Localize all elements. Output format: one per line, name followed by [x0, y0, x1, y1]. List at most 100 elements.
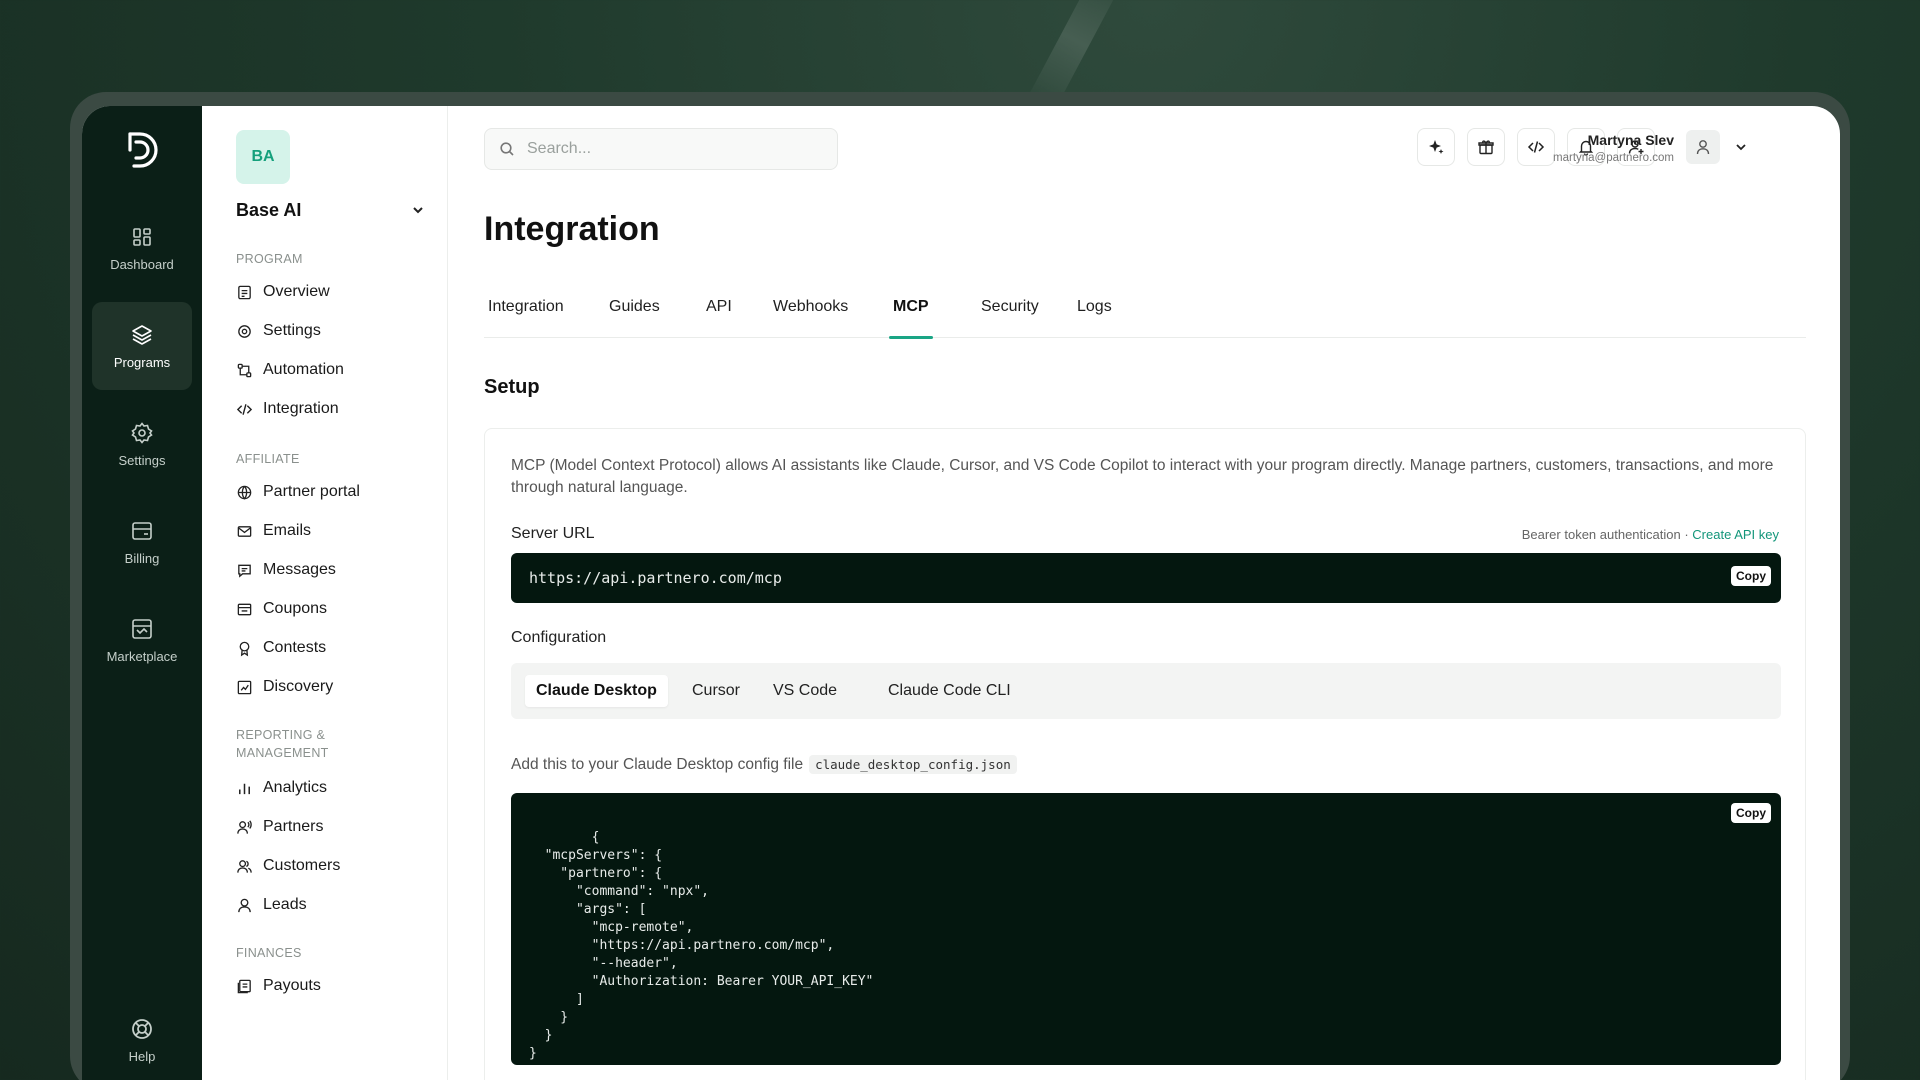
chevron-down-icon[interactable] [1734, 140, 1748, 154]
automation-icon [237, 363, 252, 377]
server-url-field[interactable]: https://api.partnero.com/mcp Copy [511, 553, 1781, 603]
sparkle-icon [1429, 140, 1444, 154]
mcp-description: MCP (Model Context Protocol) allows AI a… [511, 457, 1774, 496]
page-title: Integration [484, 210, 660, 248]
code-icon [236, 403, 253, 415]
user-email: martyna@partnero.com [1553, 152, 1674, 164]
section-label-affiliate: AFFILIATE [236, 452, 300, 466]
bar-chart-icon [239, 783, 250, 794]
sidebar-item-label: Partners [263, 818, 324, 835]
sidebar-item-label: Analytics [263, 779, 328, 796]
tab-logs[interactable]: Logs [1077, 292, 1112, 338]
customers-icon [237, 859, 252, 873]
section-title: Setup [484, 376, 540, 398]
server-url-value: https://api.partnero.com/mcp [529, 569, 782, 587]
rail-item-settings[interactable]: Settings [92, 400, 192, 488]
rail-label: Marketplace [106, 648, 178, 664]
rail-item-dashboard[interactable]: Dashboard [92, 204, 192, 292]
config-tab-claude-code-cli[interactable]: Claude Code CLI [877, 675, 1022, 707]
user-icon [1696, 140, 1710, 155]
sidebar-item-label: Settings [263, 322, 321, 339]
tab-api[interactable]: API [706, 292, 732, 338]
sidebar-item-payouts[interactable]: Payouts [236, 974, 321, 998]
auth-note-text: Bearer token authentication · [1521, 527, 1693, 542]
sidebar-item-partners[interactable]: Partners [236, 815, 323, 839]
sidebar-item-analytics[interactable]: Analytics [236, 776, 327, 800]
tab-webhooks[interactable]: Webhooks [773, 292, 848, 338]
configuration-tabs: Claude Desktop Cursor VS Code Claude Cod… [511, 663, 1781, 719]
sidebar-item-automation[interactable]: Automation [236, 358, 344, 382]
globe-icon [237, 485, 252, 500]
sidebar-item-label: Emails [263, 522, 312, 539]
config-code-block[interactable]: { "mcpServers": { "partnero": { "command… [511, 793, 1781, 1065]
search-icon [500, 142, 514, 156]
icon-rail: Dashboard Programs Settings Billing Mark… [82, 106, 202, 1080]
sidebar-item-settings[interactable]: Settings [236, 319, 321, 343]
gift-button[interactable] [1467, 128, 1505, 166]
sidebar-item-label: Payouts [263, 977, 321, 994]
grid-icon [133, 227, 151, 246]
sidebar-item-messages[interactable]: Messages [236, 558, 336, 582]
user-name: Martyna Slev [1587, 132, 1674, 148]
tab-mcp[interactable]: MCP [889, 292, 933, 339]
sidebar-item-label: Messages [263, 561, 336, 578]
integration-tabs: Integration Guides API Webhooks MCP Secu… [484, 292, 1806, 339]
sidebar-item-coupons[interactable]: Coupons [236, 597, 327, 621]
config-tab-claude-desktop[interactable]: Claude Desktop [525, 675, 668, 707]
rail-item-marketplace[interactable]: Marketplace [92, 596, 192, 684]
sidebar-item-label: Automation [263, 361, 344, 378]
config-tab-cursor[interactable]: Cursor [681, 675, 751, 707]
sidebar-item-label: Integration [263, 400, 339, 417]
setup-card: MCP (Model Context Protocol) allows AI a… [484, 428, 1806, 1080]
rail-label: Settings [118, 452, 166, 468]
main-content: Martyna Slev martyna@partnero.com Integr… [448, 106, 1840, 1080]
org-switcher[interactable]: Base AI [236, 200, 301, 221]
award-icon [239, 641, 250, 656]
copy-server-url-button[interactable]: Copy [1731, 566, 1771, 586]
user-icon [238, 898, 251, 912]
sidebar-item-label: Contests [263, 639, 327, 656]
rail-label: Programs [113, 354, 171, 370]
sidebar-item-overview[interactable]: Overview [236, 280, 330, 304]
tab-integration[interactable]: Integration [488, 292, 564, 338]
sidebar-item-integration[interactable]: Integration [236, 397, 339, 421]
section-label-reporting: REPORTING & MANAGEMENT [236, 728, 329, 760]
config-hint-text: Add this to your Claude Desktop config f… [511, 755, 804, 773]
search-bar[interactable] [484, 128, 838, 170]
sidebar-item-customers[interactable]: Customers [236, 854, 340, 878]
message-icon [238, 564, 251, 578]
tab-security[interactable]: Security [981, 292, 1039, 338]
sidebar-item-partner-portal[interactable]: Partner portal [236, 480, 360, 504]
server-url-label: Server URL [511, 525, 595, 542]
rail-label: Billing [124, 550, 160, 566]
sidebar-item-emails[interactable]: Emails [236, 519, 311, 543]
partnero-logo-icon[interactable] [122, 128, 162, 172]
gear-icon [131, 421, 153, 444]
section-label-finances: FINANCES [236, 946, 302, 960]
section-label-program: PROGRAM [236, 252, 303, 266]
search-input[interactable] [527, 140, 807, 158]
config-tab-vs-code[interactable]: VS Code [762, 675, 848, 707]
copy-config-button[interactable]: Copy [1731, 803, 1771, 823]
rail-item-programs[interactable]: Programs [92, 302, 192, 390]
config-hint: Add this to your Claude Desktop config f… [511, 755, 1017, 774]
sidebar-item-contests[interactable]: Contests [236, 636, 326, 660]
rail-item-help[interactable]: Help [92, 996, 192, 1080]
chevron-down-icon[interactable] [410, 202, 426, 218]
avatar[interactable] [1686, 130, 1720, 164]
rail-item-billing[interactable]: Billing [92, 498, 192, 586]
create-api-key-link[interactable]: Create API key [1692, 527, 1779, 542]
payouts-icon [237, 979, 251, 993]
ai-sparkle-button[interactable] [1417, 128, 1455, 166]
sidebar-item-leads[interactable]: Leads [236, 893, 307, 917]
config-file-name: claude_desktop_config.json [809, 755, 1017, 774]
coupon-icon [237, 603, 252, 615]
program-sidebar: BA Base AI PROGRAM Overview Settings Aut… [202, 106, 448, 1080]
sidebar-item-label: Overview [263, 283, 330, 300]
store-icon [132, 618, 152, 639]
overview-icon [238, 285, 251, 299]
app-window: Dashboard Programs Settings Billing Mark… [82, 106, 1840, 1080]
tab-guides[interactable]: Guides [609, 292, 660, 338]
sidebar-item-discovery[interactable]: Discovery [236, 675, 333, 699]
layers-icon [132, 324, 152, 345]
